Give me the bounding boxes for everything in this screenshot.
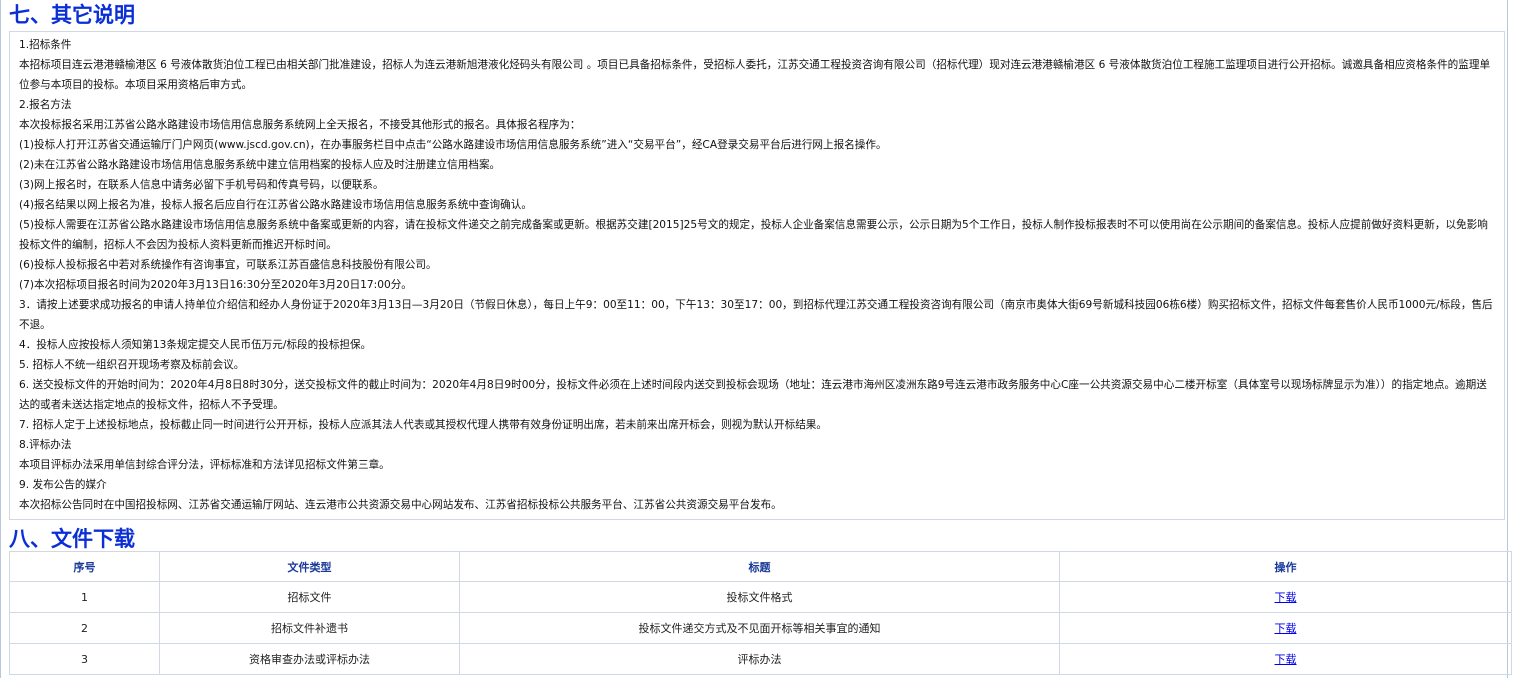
file-download-table: 序号 文件类型 标题 操作 1 招标文件 投标文件格式 下载 2 招标文件补遗书… — [9, 551, 1512, 675]
column-header-action: 操作 — [1059, 551, 1512, 582]
table-row: 1 招标文件 投标文件格式 下载 — [9, 581, 1512, 613]
cell-action: 下载 — [1059, 581, 1512, 613]
note-paragraph: 本项目评标办法采用单信封综合评分法，评标标准和方法详见招标文件第三章。 — [19, 459, 390, 471]
cell-index: 1 — [9, 581, 160, 613]
download-link[interactable]: 下载 — [1275, 653, 1297, 666]
note-paragraph: 6. 送交投标文件的开始时间为：2020年4月8日8时30分，送交投标文件的截止… — [19, 379, 1487, 411]
note-paragraph: (2)未在江苏省公路水路建设市场信用信息服务系统中建立信用档案的投标人应及时注册… — [19, 159, 501, 171]
note-paragraph: 本次投标报名采用江苏省公路水路建设市场信用信息服务系统网上全天报名，不接受其他形… — [19, 119, 581, 131]
cell-title: 评标办法 — [459, 643, 1060, 675]
note-heading: 8.评标办法 — [19, 439, 72, 451]
table-header-row: 序号 文件类型 标题 操作 — [9, 551, 1512, 582]
note-paragraph: (6)投标人投标报名中若对系统操作有咨询事宜，可联系江苏百盛信息科技股份有限公司… — [19, 259, 437, 271]
column-header-file-type: 文件类型 — [159, 551, 460, 582]
section-title-file-download: 八、文件下载 — [9, 526, 135, 551]
column-header-index: 序号 — [9, 551, 160, 582]
section-title-other-notes: 七、其它说明 — [9, 2, 135, 27]
cell-title: 投标文件递交方式及不见面开标等相关事宜的通知 — [459, 612, 1060, 644]
cell-index: 2 — [9, 612, 160, 644]
note-paragraph: (3)网上报名时，在联系人信息中请务必留下手机号码和传真号码，以便联系。 — [19, 179, 384, 191]
column-header-title: 标题 — [459, 551, 1060, 582]
cell-file-type: 招标文件 — [159, 581, 460, 613]
note-heading: 1.招标条件 — [19, 39, 72, 51]
cell-action: 下载 — [1059, 643, 1512, 675]
note-paragraph: 4．投标人应按投标人须知第13条规定提交人民币伍万元/标段的投标担保。 — [19, 339, 372, 351]
note-paragraph: 5. 招标人不统一组织召开现场考察及标前会议。 — [19, 359, 245, 371]
download-link[interactable]: 下载 — [1275, 591, 1297, 604]
note-paragraph: (7)本次招标项目报名时间为2020年3月13日16:30分至2020年3月20… — [19, 279, 412, 291]
table-row: 3 资格审查办法或评标办法 评标办法 下载 — [9, 643, 1512, 675]
note-paragraph: (4)报名结果以网上报名为准，投标人报名后应自行在江苏省公路水路建设市场信用信息… — [19, 199, 532, 211]
table-row: 2 招标文件补遗书 投标文件递交方式及不见面开标等相关事宜的通知 下载 — [9, 612, 1512, 644]
cell-file-type: 招标文件补遗书 — [159, 612, 460, 644]
other-notes-box: 1.招标条件 本招标项目连云港港赣榆港区 6 号液体散货泊位工程已由相关部门批准… — [9, 31, 1505, 520]
note-paragraph: (5)投标人需要在江苏省公路水路建设市场信用信息服务系统中备案或更新的内容，请在… — [19, 219, 1488, 251]
cell-action: 下载 — [1059, 612, 1512, 644]
note-paragraph: 本次招标公告同时在中国招投标网、江苏省交通运输厅网站、连云港市公共资源交易中心网… — [19, 499, 782, 511]
note-paragraph: 7. 招标人定于上述投标地点，投标截止同一时间进行公开开标，投标人应派其法人代表… — [19, 419, 827, 431]
note-paragraph: 3．请按上述要求成功报名的申请人持单位介绍信和经办人身份证于2020年3月13日… — [19, 299, 1493, 331]
cell-file-type: 资格审查办法或评标办法 — [159, 643, 460, 675]
cell-title: 投标文件格式 — [459, 581, 1060, 613]
note-heading: 2.报名方法 — [19, 99, 72, 111]
download-link[interactable]: 下载 — [1275, 622, 1297, 635]
note-paragraph: (1)投标人打开江苏省交通运输厅门户网页(www.jscd.gov.cn)，在办… — [19, 139, 887, 151]
cell-index: 3 — [9, 643, 160, 675]
note-paragraph: 本招标项目连云港港赣榆港区 6 号液体散货泊位工程已由相关部门批准建设，招标人为… — [19, 59, 1491, 91]
note-heading: 9. 发布公告的媒介 — [19, 479, 107, 491]
